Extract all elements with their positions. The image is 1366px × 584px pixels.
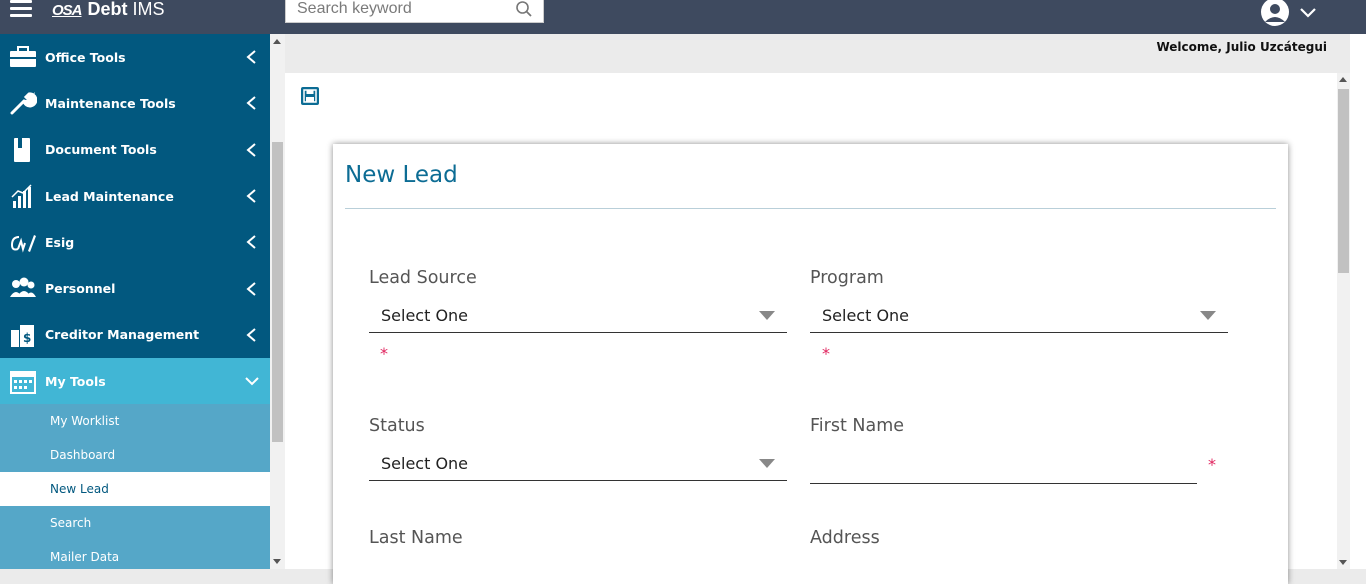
scroll-up-arrow[interactable] bbox=[273, 39, 281, 44]
submenu-item-search[interactable]: Search bbox=[0, 506, 270, 540]
sidebar-item-label: My Tools bbox=[45, 373, 106, 389]
chevron-left-icon bbox=[246, 189, 256, 203]
new-lead-form: New Lead Lead Source Select One * Progra… bbox=[333, 144, 1288, 584]
window-edge bbox=[1350, 34, 1366, 569]
scroll-up-arrow[interactable] bbox=[1339, 77, 1347, 82]
status-value: Select One bbox=[381, 454, 469, 473]
app-title-bold: Debt bbox=[87, 0, 128, 19]
first-name-field: First Name bbox=[810, 416, 904, 436]
building-icon: $ bbox=[11, 324, 34, 347]
chevron-left-icon bbox=[246, 96, 256, 111]
signature-icon bbox=[10, 235, 36, 253]
required-marker: * bbox=[822, 344, 830, 363]
sidebar-item-maintenance-tools[interactable]: Maintenance Tools bbox=[0, 80, 270, 126]
program-label: Program bbox=[810, 268, 884, 288]
sidebar: Office Tools Maintenance Tools Document … bbox=[0, 34, 270, 569]
lead-source-select[interactable]: Select One bbox=[369, 303, 787, 333]
my-tools-submenu: My Worklist Dashboard New Lead Search Ma… bbox=[0, 404, 270, 569]
sidebar-item-label: Office Tools bbox=[45, 49, 126, 65]
svg-text:$: $ bbox=[23, 331, 31, 345]
status-label: Status bbox=[369, 416, 425, 436]
sidebar-item-personnel[interactable]: Personnel bbox=[0, 265, 270, 311]
scroll-down-arrow[interactable] bbox=[1339, 560, 1347, 565]
required-marker: * bbox=[1208, 455, 1216, 474]
last-name-field: Last Name bbox=[369, 528, 463, 548]
dropdown-caret-icon bbox=[1200, 311, 1216, 320]
first-name-label: First Name bbox=[810, 416, 905, 436]
first-name-input[interactable] bbox=[810, 453, 1197, 484]
dropdown-caret-icon bbox=[759, 311, 775, 320]
status-select[interactable]: Select One bbox=[369, 451, 787, 481]
program-value: Select One bbox=[822, 306, 910, 325]
sidebar-item-label: Lead Maintenance bbox=[45, 188, 174, 204]
briefcase-icon bbox=[10, 46, 36, 68]
wrench-icon bbox=[10, 92, 37, 115]
main-content: New Lead Lead Source Select One * Progra… bbox=[285, 73, 1337, 584]
user-avatar-icon bbox=[1261, 0, 1316, 26]
save-icon[interactable] bbox=[301, 87, 319, 105]
welcome-text: Welcome, Julio Uzcátegui bbox=[1156, 40, 1327, 54]
search-icon[interactable] bbox=[515, 0, 533, 18]
main-scroll-thumb[interactable] bbox=[1338, 89, 1349, 273]
sidebar-item-office-tools[interactable]: Office Tools bbox=[0, 34, 270, 80]
user-menu[interactable] bbox=[1259, 0, 1319, 26]
menu-toggle-icon[interactable] bbox=[10, 0, 34, 22]
program-field: Program bbox=[810, 268, 884, 288]
sidebar-scroll-thumb[interactable] bbox=[272, 142, 283, 442]
submenu-item-my-worklist[interactable]: My Worklist bbox=[0, 404, 270, 438]
chevron-left-icon bbox=[246, 328, 256, 342]
main-scrollbar[interactable] bbox=[1337, 73, 1350, 569]
chevron-left-icon bbox=[246, 235, 256, 250]
sidebar-item-label: Maintenance Tools bbox=[45, 95, 176, 111]
form-title: New Lead bbox=[345, 162, 458, 188]
book-icon bbox=[14, 137, 30, 162]
chart-icon bbox=[11, 184, 32, 209]
submenu-item-mailer-data[interactable]: Mailer Data bbox=[0, 540, 270, 569]
chevron-left-icon bbox=[246, 50, 256, 64]
calendar-icon bbox=[10, 371, 36, 395]
sidebar-item-document-tools[interactable]: Document Tools bbox=[0, 127, 270, 173]
people-icon bbox=[10, 277, 36, 297]
address-label: Address bbox=[810, 528, 880, 548]
sidebar-item-lead-maintenance[interactable]: Lead Maintenance bbox=[0, 173, 270, 219]
chevron-left-icon bbox=[246, 281, 256, 296]
scroll-down-arrow[interactable] bbox=[273, 559, 281, 564]
address-field: Address bbox=[810, 528, 880, 548]
lead-source-value: Select One bbox=[381, 306, 469, 325]
program-select[interactable]: Select One bbox=[810, 303, 1228, 333]
sidebar-item-label: Creditor Management bbox=[45, 327, 200, 343]
sidebar-item-label: Personnel bbox=[45, 281, 116, 297]
last-name-label: Last Name bbox=[369, 528, 463, 548]
submenu-item-new-lead[interactable]: New Lead bbox=[0, 472, 270, 507]
chevron-down-icon bbox=[245, 377, 259, 386]
dropdown-caret-icon bbox=[759, 459, 775, 468]
sidebar-item-label: Esig bbox=[45, 234, 75, 250]
sidebar-item-my-tools[interactable]: My Tools bbox=[0, 358, 270, 405]
app-title-rest: IMS bbox=[132, 0, 165, 19]
search-box bbox=[285, 0, 544, 23]
lead-source-field: Lead Source bbox=[369, 268, 477, 288]
search-input[interactable] bbox=[297, 0, 507, 20]
sidebar-scrollbar[interactable] bbox=[270, 34, 285, 569]
top-bar: OSA Debt IMS bbox=[0, 0, 1366, 34]
required-marker: * bbox=[380, 344, 388, 363]
title-divider bbox=[345, 208, 1276, 209]
app-logo[interactable]: OSA Debt IMS bbox=[52, 0, 165, 20]
sidebar-item-esig[interactable]: Esig bbox=[0, 219, 270, 265]
sidebar-item-label: Document Tools bbox=[45, 142, 157, 158]
lead-source-label: Lead Source bbox=[369, 268, 477, 288]
brand-logo: OSA bbox=[52, 2, 82, 19]
sidebar-item-creditor-management[interactable]: $ Creditor Management bbox=[0, 312, 270, 358]
chevron-left-icon bbox=[246, 142, 256, 157]
submenu-item-dashboard[interactable]: Dashboard bbox=[0, 438, 270, 472]
status-field: Status bbox=[369, 416, 425, 436]
